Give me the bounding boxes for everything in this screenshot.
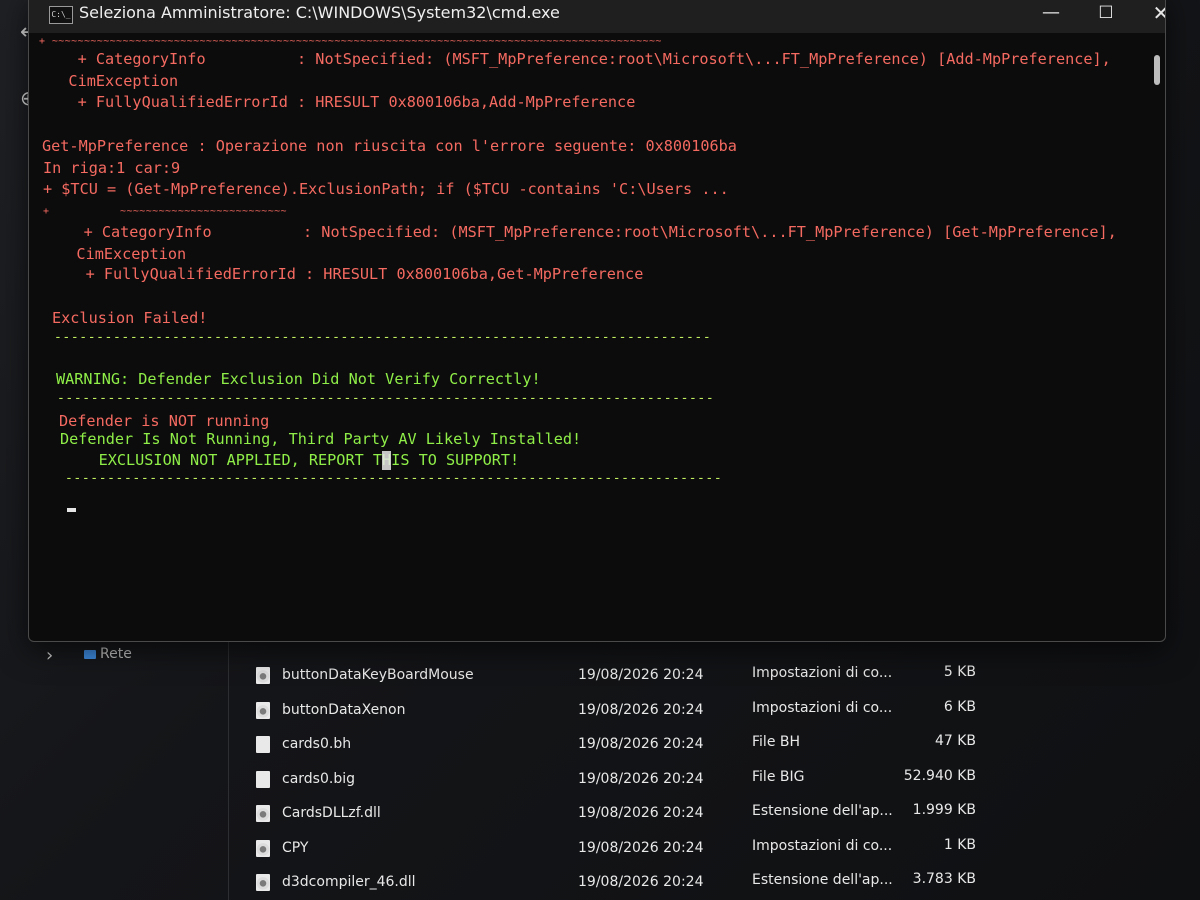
console-line: CimException <box>49 245 187 263</box>
console-line: EXCLUSION NOT APPLIED, REPORT THIS TO SU… <box>62 451 520 469</box>
console-line: + CategoryInfo : NotSpecified: (MSFT_MpP… <box>41 50 1111 68</box>
file-size: 1.999 KB <box>912 802 976 818</box>
file-size: 47 KB <box>934 733 976 749</box>
console-line: + CategoryInfo : NotSpecified: (MSFT_MpP… <box>47 223 1117 241</box>
file-size: 6 KB <box>943 698 976 715</box>
file-list: buttonDataKeyBoardMouse 19/08/2026 20:24 I… <box>240 658 1000 900</box>
console-line: In riga:1 car:9 <box>43 159 181 177</box>
file-row[interactable]: CPY 19/08/2026 20:24 Impostazioni di co...… <box>240 831 1000 866</box>
file-size: 1 KB <box>943 836 976 853</box>
desktop-screen: ← ⊕ › › Rete buttonDataKeyBoardMouse19/0… <box>0 0 1200 900</box>
file-date: 19/08/2026 20:24 <box>578 805 704 821</box>
file-row[interactable]: buttonDataXenon 19/08/2026 20:24 Impostazi… <box>240 693 1000 728</box>
file-date: 19/08/2026 20:24 <box>578 701 704 718</box>
prompt-cursor <box>67 508 76 512</box>
file-type: File BH <box>752 734 801 750</box>
console-line: Exclusion Failed! <box>52 309 208 327</box>
settings-file-icon <box>256 667 270 684</box>
settings-file-icon <box>256 701 270 719</box>
console-output[interactable]: + ~~~~~~~~~~~~~~~~~~~~~~~~~~~~~~~~~~~~~~… <box>29 33 1165 641</box>
file-name: CardsDLLzf.dll <box>282 805 381 821</box>
dll-file-icon <box>256 805 270 822</box>
file-name: buttonDataXenon <box>282 701 406 718</box>
file-icon <box>256 770 270 788</box>
file-type: Estensione dell'ap... <box>752 872 893 888</box>
console-line: Defender Is Not Running, Third Party AV … <box>60 430 582 448</box>
close-button[interactable]: ✕ <box>1143 0 1165 27</box>
console-line: + FullyQualifiedErrorId : HRESULT 0x8001… <box>49 265 644 283</box>
minimize-button[interactable]: — <box>1033 0 1069 27</box>
window-title: Seleziona Amministratore: C:\WINDOWS\Sys… <box>79 3 560 22</box>
console-line: + ~~~~~~~~~~~~~~~~~~~~~~~~~~ <box>43 206 287 217</box>
console-line: Get-MpPreference : Operazione non riusci… <box>42 137 737 155</box>
file-size: 5 KB <box>943 664 976 680</box>
file-type: Impostazioni di co... <box>752 665 893 681</box>
maximize-button[interactable]: ☐ <box>1088 0 1124 27</box>
file-type: Impostazioni di co... <box>752 699 893 716</box>
settings-file-icon <box>256 839 270 857</box>
separator-line: ----------------------------------------… <box>65 471 723 486</box>
network-icon <box>84 649 96 659</box>
console-line: + FullyQualifiedErrorId : HRESULT 0x8001… <box>41 93 636 111</box>
file-icon <box>256 736 270 753</box>
file-date: 19/08/2026 20:24 <box>578 667 704 683</box>
file-type: Impostazioni di co... <box>752 837 893 854</box>
file-type: Estensione dell'ap... <box>752 803 893 819</box>
console-line: CimException <box>41 72 179 90</box>
cmd-app-icon: C:\_ <box>49 6 73 24</box>
nav-item-network[interactable]: Rete <box>84 646 132 662</box>
file-row[interactable]: buttonDataKeyBoardMouse 19/08/2026 20:24 I… <box>240 658 1000 693</box>
file-name: buttonDataKeyBoardMouse <box>282 667 474 683</box>
file-size: 52.940 KB <box>903 767 976 784</box>
file-name: d3dcompiler_46.dll <box>282 874 416 890</box>
file-row[interactable]: CardsDLLzf.dll 19/08/2026 20:24 Estensione… <box>240 796 1000 831</box>
cmd-window[interactable]: C:\_ Seleziona Amministratore: C:\WINDOW… <box>28 0 1166 642</box>
file-row[interactable]: d3dcompiler_46.dll 19/08/2026 20:24 Estens… <box>240 865 1000 900</box>
file-type: File BIG <box>752 768 805 785</box>
console-line: WARNING: Defender Exclusion Did Not Veri… <box>56 370 541 388</box>
file-row[interactable]: cards0.big 19/08/2026 20:24 File BIG 52.940… <box>240 762 1000 797</box>
file-name: cards0.bh <box>282 736 352 752</box>
console-line: + ~~~~~~~~~~~~~~~~~~~~~~~~~~~~~~~~~~~~~~… <box>39 36 662 47</box>
title-bar[interactable]: C:\_ Seleziona Amministratore: C:\WINDOW… <box>29 0 1165 33</box>
file-row[interactable]: cards0.bh 19/08/2026 20:24 File BH 47 KB <box>240 727 1000 762</box>
console-line: Defender is NOT running <box>59 412 270 430</box>
chevron-right-icon[interactable]: › <box>46 645 53 666</box>
console-line: + $TCU = (Get-MpPreference).ExclusionPat… <box>43 180 729 198</box>
file-name: CPY <box>282 839 309 856</box>
file-size: 3.783 KB <box>912 871 976 887</box>
pane-divider <box>228 640 229 900</box>
dll-file-icon <box>256 874 270 891</box>
file-date: 19/08/2026 20:24 <box>578 770 704 787</box>
scrollbar-thumb[interactable] <box>1154 55 1160 85</box>
selection-cursor <box>382 451 391 470</box>
file-date: 19/08/2026 20:24 <box>578 839 704 856</box>
file-date: 19/08/2026 20:24 <box>578 874 704 890</box>
nav-item-network-label: Rete <box>100 646 132 662</box>
separator-line: ----------------------------------------… <box>54 330 712 345</box>
file-date: 19/08/2026 20:24 <box>578 736 704 752</box>
file-name: cards0.big <box>282 770 355 787</box>
separator-line: ----------------------------------------… <box>57 391 715 406</box>
